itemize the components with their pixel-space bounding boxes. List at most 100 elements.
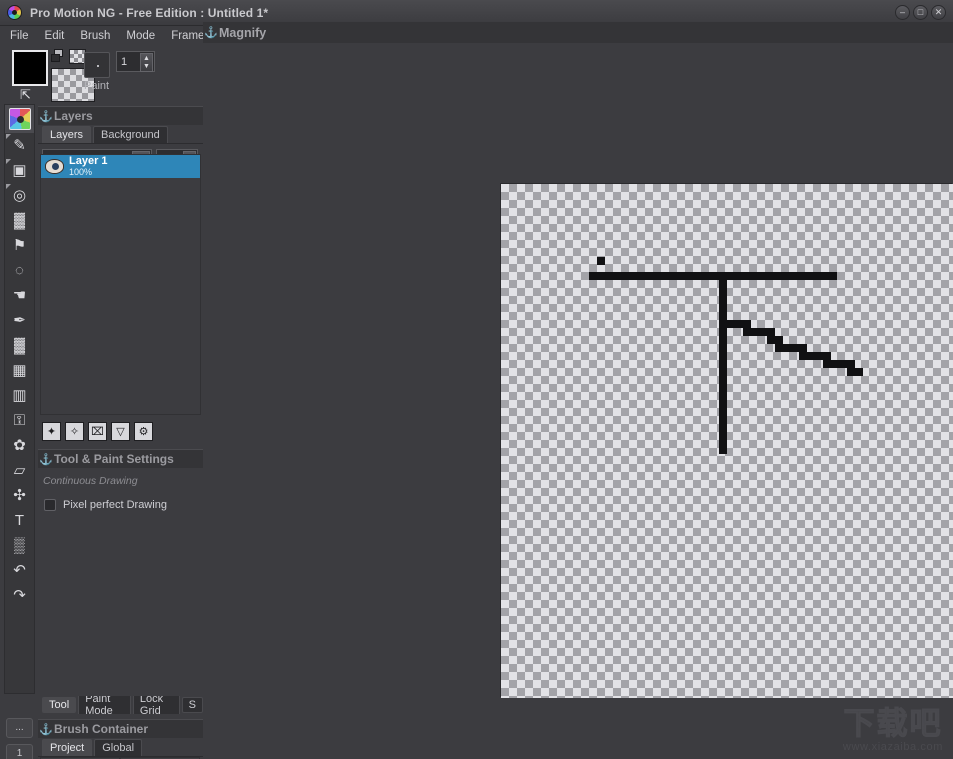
swap-colors-icon[interactable]: ⇱ — [20, 88, 38, 102]
tab-background[interactable]: Background — [93, 126, 168, 143]
brush-container-tab-row: Project Global — [38, 738, 203, 757]
tool-lock-icon[interactable]: ⚿ — [5, 408, 34, 433]
tool-ellipse-icon[interactable]: ◎ — [5, 183, 34, 208]
window-controls: – □ ✕ — [895, 5, 946, 20]
window-title: Pro Motion NG - Free Edition : Untitled … — [30, 5, 269, 20]
tool-paint-bucket-icon[interactable]: ⚑ — [5, 233, 34, 258]
delete-layer-button[interactable]: ⌧ — [88, 422, 107, 441]
tool-stencil-icon[interactable]: ▥ — [5, 383, 34, 408]
layers-panel-title: Layers — [54, 109, 93, 123]
layer-name: Layer 1 — [69, 154, 108, 167]
drawing-canvas[interactable] — [501, 184, 953, 698]
brush-size-spin-arrows[interactable]: ▲ ▼ — [140, 53, 153, 72]
magnifier-icon: ◌ — [15, 262, 24, 279]
tool-mask-icon[interactable]: ✿ — [5, 433, 34, 458]
pixel-perfect-checkbox[interactable] — [44, 499, 56, 511]
maximize-button[interactable]: □ — [913, 5, 928, 20]
menu-item-file[interactable]: File — [10, 30, 29, 42]
tool-magnifier-icon[interactable]: ◌ — [5, 258, 34, 283]
list-item[interactable]: Layer 1 100% — [41, 155, 200, 178]
tool-text-icon[interactable]: T — [5, 508, 34, 533]
fill-brush-icon: ▓ — [14, 212, 25, 229]
foreground-color-swatch[interactable] — [12, 50, 48, 86]
brush-size-value: 1 — [121, 55, 128, 68]
stencil-icon: ▥ — [12, 387, 27, 404]
tab-more[interactable]: S — [181, 697, 203, 713]
menu-item-brush[interactable]: Brush — [80, 30, 110, 42]
pin-icon[interactable]: ⚓ — [38, 723, 54, 736]
frame-number-button[interactable]: 1 — [6, 744, 33, 759]
brush-container-panel: ⚓ Brush Container Project Global — [38, 719, 203, 759]
pencil-icon: ✎ — [13, 137, 26, 154]
brush-preview[interactable] — [84, 52, 110, 78]
more-tools-button[interactable]: ... — [6, 718, 33, 738]
color-mode-icons — [51, 49, 87, 65]
tool-fill-brush-icon[interactable]: ▓ — [5, 208, 34, 233]
minimize-button[interactable]: – — [895, 5, 910, 20]
tab-paint-mode[interactable]: Paint Mode — [78, 696, 131, 714]
add-layer-button[interactable]: ✦ — [42, 422, 61, 441]
tool-hand-icon[interactable]: ☚ — [5, 283, 34, 308]
layer-properties-button[interactable]: ⚙ — [134, 422, 153, 441]
layer-opacity-label: 100% — [69, 166, 93, 177]
tool-anti-alias-icon[interactable]: ▒ — [5, 533, 34, 558]
brush-container-title: Brush Container — [54, 722, 149, 736]
color-wheel-icon — [7, 5, 22, 20]
tool-image-select-icon[interactable]: ▦ — [5, 358, 34, 383]
canvas-shape-stair-step-5 — [799, 352, 831, 360]
left-panel-column: ⇱ 1 ▲ ▼ Paint ✎ ▣ ◎ ▓ ⚑ ◌ ☚ ✒ ▓ ▦ ▥ ⚿ ✿ … — [0, 46, 203, 759]
tab-tool[interactable]: Tool — [42, 697, 77, 713]
canvas-shape-stair-step-3 — [767, 336, 783, 344]
tool-grid-icon[interactable]: ▓ — [5, 333, 34, 358]
menu-item-frame[interactable]: Frame — [171, 30, 204, 42]
duplicate-layer-button[interactable]: ✧ — [65, 422, 84, 441]
tab-layers[interactable]: Layers — [42, 126, 92, 143]
tool-strip-buttons: ... 1 — [6, 718, 33, 759]
pin-icon[interactable]: ⚓ — [203, 26, 219, 39]
menu-item-mode[interactable]: Mode — [126, 30, 155, 42]
menu-item-edit[interactable]: Edit — [45, 30, 65, 42]
watermark-url: www.xiazaiba.com — [842, 741, 943, 753]
continuous-drawing-label: Continuous Drawing — [43, 475, 138, 487]
spin-down-icon[interactable]: ▼ — [143, 63, 150, 71]
pixel-perfect-row[interactable]: Pixel perfect Drawing — [38, 487, 203, 511]
mask-icon: ✿ — [13, 437, 26, 454]
application-window: Pro Motion NG - Free Edition : Untitled … — [0, 0, 953, 759]
tab-global[interactable]: Global — [94, 739, 143, 756]
tool-color-picker-icon[interactable]: ✒ — [5, 308, 34, 333]
brush-container-header: ⚓ Brush Container — [38, 719, 203, 738]
layer-list: Layer 1 100% — [40, 154, 201, 415]
brush-size-stepper[interactable]: 1 ▲ ▼ — [116, 51, 155, 72]
canvas-shape-stair-step-2 — [743, 328, 775, 336]
grid-icon: ▓ — [14, 337, 25, 354]
layers-panel: ⚓ Layers Layers Background Normal ▼ 100 … — [38, 106, 203, 443]
tool-strip: ✎ ▣ ◎ ▓ ⚑ ◌ ☚ ✒ ▓ ▦ ▥ ⚿ ✿ ▱ ✣ T ▒ ↶ ↷ — [4, 104, 35, 694]
hand-icon: ☚ — [12, 287, 27, 304]
paint-label: Paint — [84, 80, 110, 92]
lock-icon: ⚿ — [13, 412, 26, 429]
spin-up-icon[interactable]: ▲ — [143, 55, 150, 63]
tool-pencil-icon[interactable]: ✎ — [5, 133, 34, 158]
settings-tab-row: Tool Paint Mode Lock Grid S — [38, 696, 203, 714]
canvas-shape-stair-step-7 — [847, 368, 863, 376]
eye-icon[interactable] — [45, 159, 64, 174]
tab-lock-grid[interactable]: Lock Grid — [132, 696, 180, 714]
tool-undo-icon[interactable]: ↶ — [5, 558, 34, 583]
tool-palette-icon[interactable] — [5, 105, 34, 133]
tool-transform-icon[interactable]: ✣ — [5, 483, 34, 508]
color-and-brush-bar: ⇱ 1 ▲ ▼ Paint — [0, 46, 203, 104]
merge-layer-button[interactable]: ▽ — [111, 422, 130, 441]
layers-panel-header: ⚓ Layers — [38, 106, 203, 125]
pin-icon[interactable]: ⚓ — [38, 453, 54, 466]
tab-project[interactable]: Project — [42, 739, 93, 756]
tool-rectangle-icon[interactable]: ▣ — [5, 158, 34, 183]
undo-icon: ↶ — [13, 562, 26, 579]
close-button[interactable]: ✕ — [931, 5, 946, 20]
tool-eraser-icon[interactable]: ▱ — [5, 458, 34, 483]
image-select-icon: ▦ — [12, 362, 27, 379]
pin-icon[interactable]: ⚓ — [38, 110, 54, 123]
tool-redo-icon[interactable]: ↷ — [5, 583, 34, 608]
anti-alias-icon: ▒ — [14, 537, 25, 554]
canvas-area[interactable] — [203, 43, 953, 759]
overlap-squares-icon[interactable] — [51, 49, 68, 64]
